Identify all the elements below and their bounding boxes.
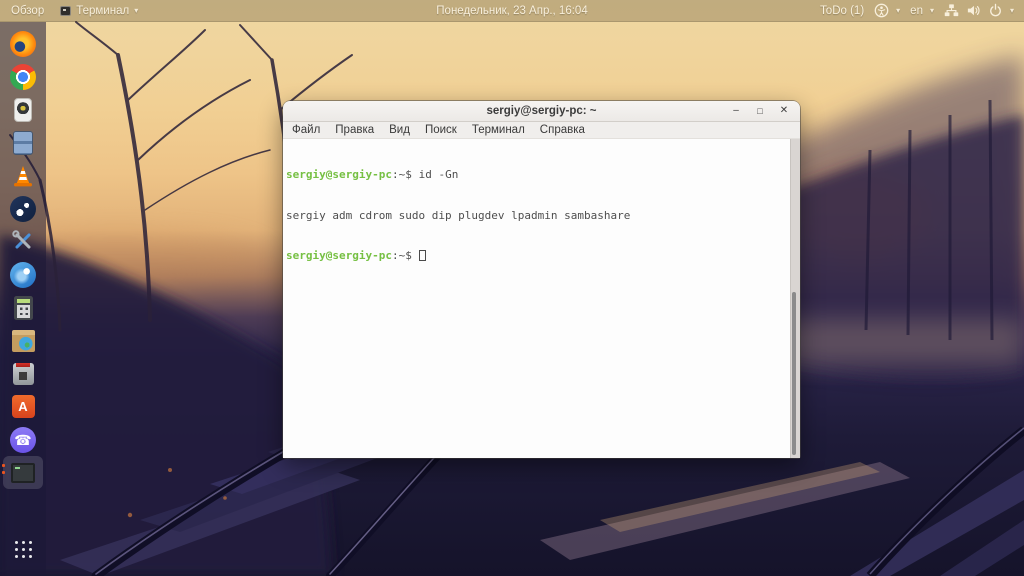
terminal-mini-icon xyxy=(60,5,72,16)
transmission-icon xyxy=(12,362,34,385)
dock-item-transmission[interactable] xyxy=(3,357,43,390)
terminal-content: sergiy@sergiy-pc:~$ id -Gn sergiy adm cdr… xyxy=(283,139,800,458)
keyboard-layout-menu[interactable]: en ▾ xyxy=(910,5,934,17)
accessibility-menu[interactable]: ▾ xyxy=(874,3,900,18)
chevron-down-icon: ▾ xyxy=(896,6,901,15)
dock-item-calculator[interactable] xyxy=(3,291,43,324)
app-menu[interactable]: Терминал ▾ xyxy=(60,5,138,17)
maximize-button[interactable]: □ xyxy=(752,104,768,119)
scrollbar-thumb[interactable] xyxy=(792,292,796,455)
software-bag-letter: A xyxy=(18,399,28,414)
terminal-scrollbar[interactable] xyxy=(790,139,800,458)
chevron-down-icon: ▾ xyxy=(134,6,139,15)
dock-item-terminal[interactable] xyxy=(2,456,43,489)
dock-item-firefox[interactable] xyxy=(3,27,43,60)
wired-network-icon xyxy=(944,3,959,18)
terminal-cursor xyxy=(418,250,426,261)
dock-item-steam[interactable] xyxy=(3,192,43,225)
volume-icon xyxy=(966,3,981,18)
firefox-icon xyxy=(10,30,36,57)
show-applications-button[interactable] xyxy=(3,532,43,566)
thunderbird-icon xyxy=(10,261,36,288)
software-bag-icon: A xyxy=(11,395,35,418)
menu-view[interactable]: Вид xyxy=(389,124,410,136)
chrome-icon xyxy=(10,63,36,90)
window-titlebar[interactable]: sergiy@sergiy-pc: ~ – □ ✕ xyxy=(283,101,800,122)
crossed-tools-icon xyxy=(10,229,36,255)
window-title: sergiy@sergiy-pc: ~ xyxy=(486,105,597,117)
launcher-dock: A ☎ xyxy=(0,22,46,576)
box-globe-icon xyxy=(11,329,35,352)
dock-item-file-cabinet[interactable] xyxy=(3,126,43,159)
dock-item-tweak-tools[interactable] xyxy=(3,225,43,258)
viber-phone-glyph: ☎ xyxy=(14,431,32,448)
language-label: en xyxy=(910,4,923,17)
power-icon xyxy=(988,3,1003,18)
terminal-line: sergiy@sergiy-pc:~$ id -Gn xyxy=(286,168,790,182)
running-indicator xyxy=(2,464,5,474)
calculator-icon xyxy=(13,295,33,320)
steam-icon xyxy=(10,195,36,222)
terminal-icon xyxy=(11,462,35,483)
chevron-down-icon: ▾ xyxy=(929,6,934,15)
command-output: sergiy adm cdrom sudo dip plugdev lpadmi… xyxy=(286,208,631,222)
terminal-line: sergiy@sergiy-pc:~$ xyxy=(286,249,790,263)
dock-item-package-manager[interactable] xyxy=(3,324,43,357)
prompt-user: sergiy@sergiy-pc xyxy=(286,249,392,262)
clock[interactable]: Понедельник, 23 Апр., 16:04 xyxy=(436,5,587,17)
menu-edit[interactable]: Правка xyxy=(335,124,374,136)
todo-indicator[interactable]: ToDo (1) xyxy=(820,5,864,17)
speaker-box-icon xyxy=(14,97,32,122)
dock-item-audio-player[interactable] xyxy=(3,93,43,126)
dock-item-ubuntu-software[interactable]: A xyxy=(3,390,43,423)
window-controls: – □ ✕ xyxy=(728,104,800,119)
dots-grid-icon xyxy=(21,547,25,551)
terminal-menubar: Файл Правка Вид Поиск Терминал Справка xyxy=(283,122,800,139)
menu-search[interactable]: Поиск xyxy=(425,124,457,136)
viber-phone-icon: ☎ xyxy=(10,426,36,453)
terminal-line: sergiy adm cdrom sudo dip plugdev lpadmi… xyxy=(286,209,790,223)
dock-item-chrome[interactable] xyxy=(3,60,43,93)
minimize-button[interactable]: – xyxy=(728,104,744,119)
prompt-suffix: :~$ xyxy=(391,168,412,181)
terminal-text-area[interactable]: sergiy@sergiy-pc:~$ id -Gn sergiy adm cdr… xyxy=(283,139,790,458)
app-menu-label: Терминал xyxy=(76,4,130,17)
command-text: id -Gn xyxy=(418,168,459,181)
menu-file[interactable]: Файл xyxy=(292,124,320,136)
dock-item-vlc[interactable] xyxy=(3,159,43,192)
prompt-suffix: :~$ xyxy=(391,249,412,262)
dock-item-viber[interactable]: ☎ xyxy=(3,423,43,456)
menu-terminal[interactable]: Терминал xyxy=(472,124,525,136)
dock-item-thunderbird[interactable] xyxy=(3,258,43,291)
system-menu[interactable]: ▾ xyxy=(944,3,1014,18)
file-cabinet-icon xyxy=(13,130,33,155)
close-button[interactable]: ✕ xyxy=(776,104,792,119)
vlc-cone-icon xyxy=(10,163,36,189)
menu-help[interactable]: Справка xyxy=(540,124,585,136)
chevron-down-icon: ▾ xyxy=(1009,6,1014,15)
accessibility-icon xyxy=(874,3,889,18)
prompt-user: sergiy@sergiy-pc xyxy=(286,168,392,181)
top-bar: Обзор Терминал ▾ Понедельник, 23 Апр., 1… xyxy=(0,0,1024,22)
activities-button[interactable]: Обзор xyxy=(9,5,46,17)
terminal-window: sergiy@sergiy-pc: ~ – □ ✕ Файл Правка Ви… xyxy=(283,101,800,458)
